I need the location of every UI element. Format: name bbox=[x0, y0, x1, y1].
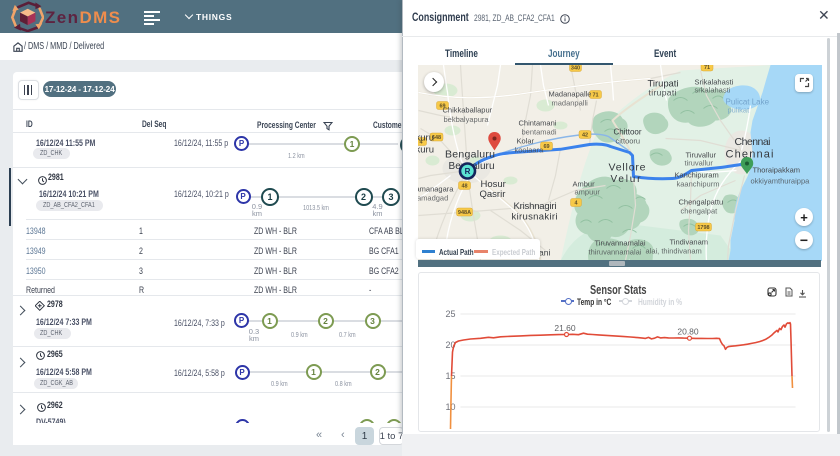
svg-text:tiruvallur: tiruvallur bbox=[684, 158, 713, 167]
svg-text:srkalahasti: srkalahasti bbox=[694, 85, 730, 94]
svg-text:Vellore: Vellore bbox=[608, 161, 645, 173]
svg-text:948A: 948A bbox=[457, 210, 470, 216]
svg-text:madanpalli: madanpalli bbox=[551, 98, 588, 107]
svg-text:42: 42 bbox=[581, 132, 587, 138]
svg-text:kuru: kuru bbox=[418, 132, 434, 143]
svg-text:71: 71 bbox=[592, 92, 598, 98]
svg-text:kaanchipurm: kaanchipurm bbox=[676, 179, 719, 188]
svg-text:Madanapalle: Madanapalle bbox=[548, 89, 591, 98]
svg-text:25: 25 bbox=[445, 309, 455, 319]
svg-text:71: 71 bbox=[703, 65, 709, 71]
svg-text:Chittoor: Chittoor bbox=[613, 127, 641, 136]
svg-text:koolaara: koolaara bbox=[514, 145, 544, 154]
svg-text:Tindivanam: Tindivanam bbox=[669, 237, 708, 246]
svg-text:thiruvannamalai: thiruvannamalai bbox=[588, 247, 641, 256]
svg-text:tirupati: tirupati bbox=[648, 87, 676, 97]
svg-text:1798: 1798 bbox=[697, 225, 709, 231]
svg-text:48: 48 bbox=[461, 183, 467, 189]
svg-text:Bengaluru: Bengaluru bbox=[445, 148, 495, 160]
svg-text:15: 15 bbox=[445, 371, 455, 381]
svg-text:Chikkaballapur: Chikkaballapur bbox=[442, 105, 492, 114]
svg-text:Kanchipuram: Kanchipuram bbox=[674, 170, 718, 179]
svg-text:Thoraipakkam: Thoraipakkam bbox=[752, 165, 800, 174]
svg-text:69: 69 bbox=[543, 144, 549, 150]
svg-text:20.80: 20.80 bbox=[677, 327, 699, 337]
svg-text:340: 340 bbox=[570, 65, 579, 71]
svg-text:Chengalpattu: Chengalpattu bbox=[678, 197, 723, 206]
svg-text:Tiruvannamalai: Tiruvannamalai bbox=[594, 238, 645, 247]
svg-text:21.60: 21.60 bbox=[554, 323, 576, 333]
svg-text:pulikat: pulikat bbox=[727, 105, 750, 114]
svg-text:bentamadi: bentamadi bbox=[521, 127, 556, 136]
svg-text:cittooru: cittooru bbox=[615, 136, 640, 145]
svg-text:Velur: Velur bbox=[610, 174, 641, 185]
svg-text:Chennai: Chennai bbox=[734, 136, 770, 148]
svg-text:Chintamani: Chintamani bbox=[518, 118, 556, 127]
svg-text:Krishnagiri: Krishnagiri bbox=[513, 201, 556, 212]
svg-text:bekbalyapura: bekbalyapura bbox=[443, 115, 489, 124]
svg-text:okkiyamthuraippa: okkiyamthuraippa bbox=[750, 176, 810, 185]
svg-text:chengalpat: chengalpat bbox=[680, 206, 718, 215]
svg-text:R: R bbox=[464, 167, 470, 176]
svg-text:ramadgad: ramadgad bbox=[418, 193, 448, 202]
svg-text:Qasrir: Qasrir bbox=[479, 189, 505, 200]
svg-text:kuru: kuru bbox=[418, 144, 434, 155]
svg-text:ampuur: ampuur bbox=[574, 187, 600, 196]
svg-text:Kolar: Kolar bbox=[516, 136, 534, 145]
svg-text:kirusnakiri: kirusnakiri bbox=[511, 211, 557, 222]
svg-text:alai, thindivanam: alai, thindivanam bbox=[645, 246, 701, 255]
svg-text:amanagara: amanagara bbox=[418, 184, 454, 193]
